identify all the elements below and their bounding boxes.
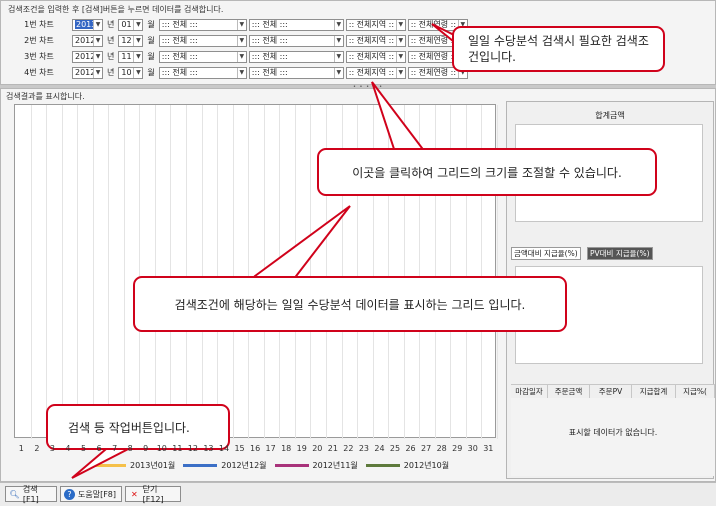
x-tick-label: 24	[374, 444, 385, 453]
x-tick-label: 27	[421, 444, 432, 453]
x-tick-label: 20	[312, 444, 323, 453]
x-tick-label: 5	[80, 444, 87, 453]
x-tick-label: 26	[405, 444, 416, 453]
callout-search-conditions: 일일 수당분석 검색시 필요한 검색조건입니다.	[452, 26, 665, 72]
x-tick-label: 6	[96, 444, 102, 453]
x-tick-label: 25	[389, 444, 401, 453]
tail-resize	[371, 81, 428, 153]
x-tick-label: 4	[65, 444, 71, 453]
x-tick-label: 14	[218, 444, 230, 453]
x-tick-label: 13	[203, 444, 214, 453]
x-tick-label: 19	[296, 444, 307, 453]
x-tick-label: 22	[343, 444, 354, 453]
x-tick-label: 23	[358, 444, 370, 453]
x-tick-label: 9	[143, 444, 149, 453]
x-tick-label: 7	[112, 444, 118, 453]
x-tick-label: 18	[281, 444, 292, 453]
x-tick-label: 10	[156, 444, 167, 453]
x-tick-label: 31	[483, 444, 494, 453]
x-tick-label: 8	[127, 444, 133, 453]
x-tick-label: 1	[18, 444, 24, 453]
x-tick-label: 29	[452, 444, 463, 453]
x-tick-label: 21	[327, 444, 338, 453]
callout-resize: 이곳을 클릭하여 그리드의 크기를 조절할 수 있습니다.	[317, 148, 657, 196]
x-tick-label: 12	[187, 444, 198, 453]
callout-grid: 검색조건에 해당하는 일일 수당분석 데이터를 표시하는 그리드 입니다.	[133, 276, 567, 332]
x-tick-label: 30	[467, 444, 478, 453]
x-tick-label: 15	[234, 444, 245, 453]
x-tick-label: 2	[34, 444, 40, 453]
x-tick-label: 28	[436, 444, 447, 453]
x-tick-label: 16	[250, 444, 261, 453]
x-tick-label: 11	[172, 444, 183, 453]
x-tick-label: 17	[265, 444, 276, 453]
x-tick-label: 3	[49, 444, 55, 453]
